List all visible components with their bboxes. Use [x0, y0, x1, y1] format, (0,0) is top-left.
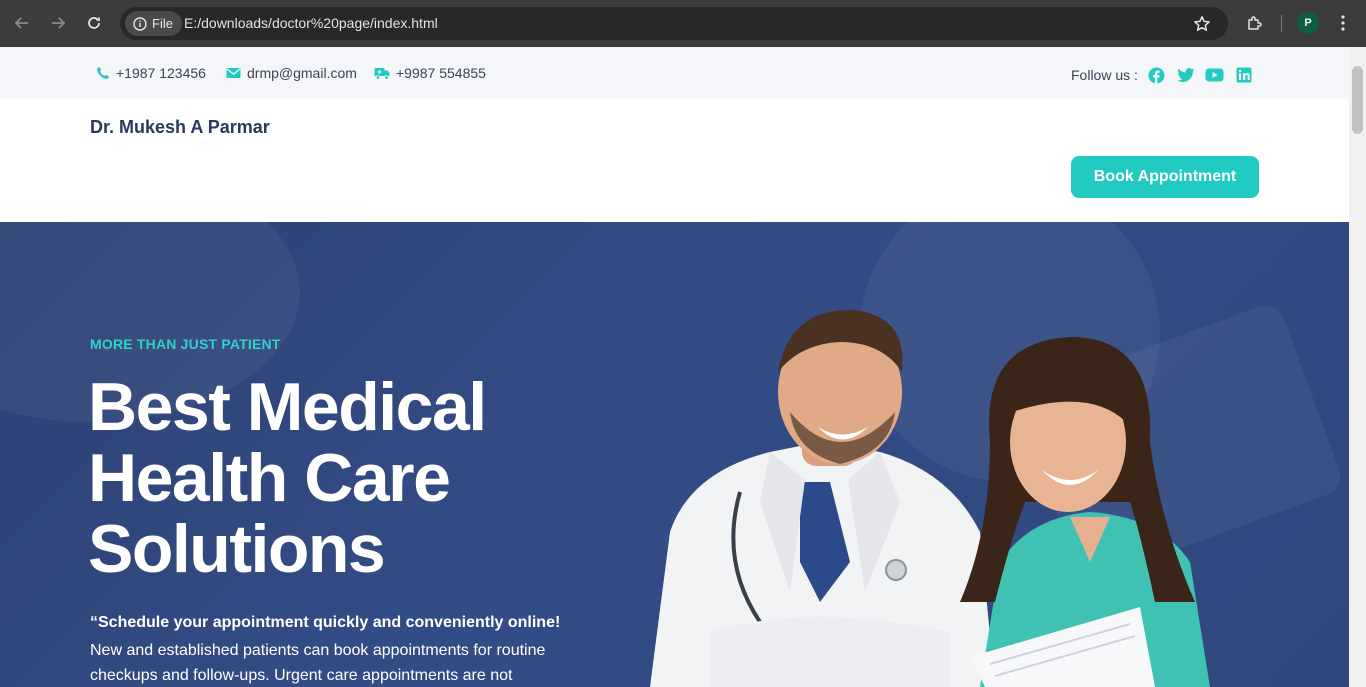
phone-number: +1987 123456 [116, 65, 206, 81]
back-button[interactable] [10, 11, 34, 35]
info-icon [133, 16, 147, 31]
youtube-icon[interactable] [1205, 65, 1225, 85]
web-page: +1987 123456 drmp@gmail.com +9987 554855… [0, 47, 1349, 687]
email-address: drmp@gmail.com [247, 65, 357, 81]
url-text[interactable]: E:/downloads/doctor%20page/index.html [184, 15, 438, 31]
puzzle-icon [1248, 16, 1262, 30]
reload-icon [88, 17, 100, 29]
linkedin-icon[interactable] [1234, 65, 1254, 85]
social-links: Follow us : [1071, 65, 1254, 85]
site-chip-label: File [152, 16, 173, 31]
follow-label: Follow us : [1071, 67, 1138, 83]
email-contact[interactable]: drmp@gmail.com [226, 65, 357, 81]
arrow-left-icon [14, 17, 28, 29]
browser-menu-button[interactable] [1333, 11, 1353, 35]
facebook-icon[interactable] [1147, 65, 1167, 85]
profile-avatar[interactable]: P [1297, 12, 1319, 34]
star-icon [1194, 16, 1210, 31]
phone-contact[interactable]: +1987 123456 [96, 65, 206, 81]
forward-button[interactable] [46, 11, 70, 35]
twitter-icon[interactable] [1176, 65, 1196, 85]
envelope-icon [226, 68, 241, 78]
kebab-menu-icon [1341, 15, 1345, 31]
page-scrollbar[interactable] [1349, 47, 1366, 687]
hero-lead-text: New and established patients can book ap… [90, 642, 546, 684]
extensions-button[interactable] [1243, 11, 1267, 35]
hero-lead-strong: “Schedule your appointment quickly and c… [90, 614, 561, 631]
doctor-and-nurse-photo [650, 309, 1210, 687]
hero-section: MORE THAN JUST PATIENT Best Medical Heal… [0, 222, 1349, 687]
reload-button[interactable] [82, 11, 106, 35]
headline-line-3: Solutions [88, 511, 386, 587]
brand-name[interactable]: Dr. Mukesh A Parmar [90, 117, 270, 138]
scrollbar-thumb[interactable] [1352, 66, 1363, 134]
address-bar[interactable]: File E:/downloads/doctor%20page/index.ht… [120, 7, 1228, 40]
bookmark-star-button[interactable] [1190, 12, 1214, 36]
arrow-right-icon [52, 17, 66, 29]
headline-line-2: Health Care [88, 440, 451, 516]
toolbar-divider [1281, 15, 1282, 32]
book-appointment-button[interactable]: Book Appointment [1071, 156, 1259, 198]
phone-icon [97, 67, 109, 79]
contact-topbar: +1987 123456 drmp@gmail.com +9987 554855… [0, 47, 1349, 99]
ambulance-icon [374, 67, 390, 80]
browser-toolbar: File E:/downloads/doctor%20page/index.ht… [0, 0, 1366, 47]
hero-tagline: MORE THAN JUST PATIENT [90, 336, 281, 352]
hero-headline: Best Medical Health Care Solutions [88, 372, 648, 585]
ambulance-number: +9987 554855 [396, 65, 486, 81]
site-header: Dr. Mukesh A Parmar Book Appointment [0, 99, 1349, 222]
headline-line-1: Best Medical [88, 369, 487, 445]
site-info-chip[interactable]: File [125, 11, 182, 36]
ambulance-contact[interactable]: +9987 554855 [374, 65, 486, 81]
